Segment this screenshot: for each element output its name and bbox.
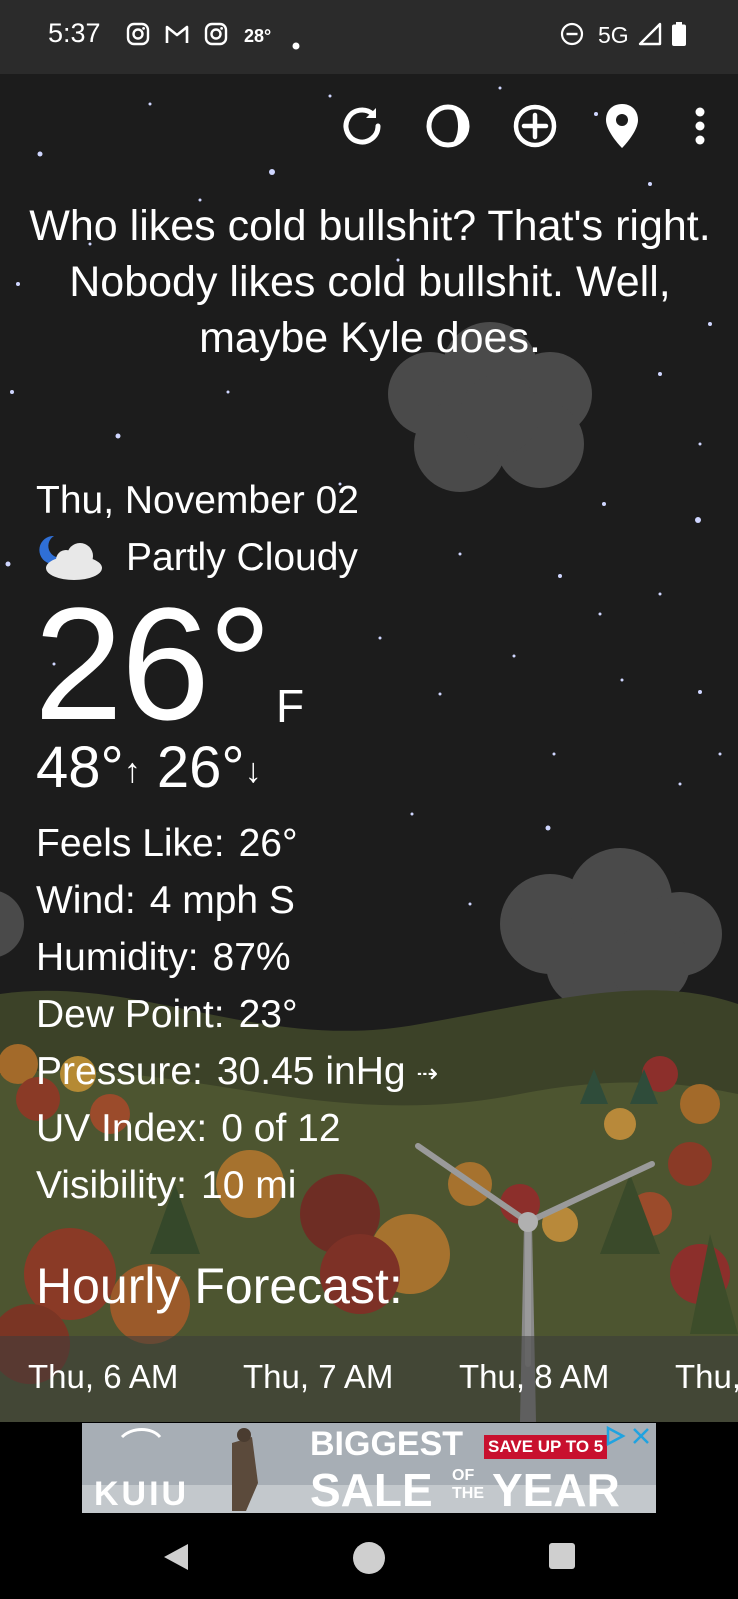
add-location-icon[interactable] <box>507 98 563 154</box>
pressure-row: Pressure: 30.45 inHg ⇢ <box>36 1050 438 1094</box>
location-pin-icon[interactable] <box>594 98 650 154</box>
humidity-row: Humidity: 87% <box>36 936 291 980</box>
refresh-icon[interactable] <box>334 98 390 154</box>
ad-choices-icon[interactable] <box>604 1425 626 1452</box>
ad-of: OF <box>452 1467 475 1484</box>
down-arrow-icon: ↓ <box>244 752 262 791</box>
visibility-row: Visibility: 10 mi <box>36 1164 296 1208</box>
detail-label: Feels Like: <box>36 822 225 865</box>
signal-icon <box>638 22 662 52</box>
hourly-forecast-strip[interactable]: Thu, 6 AM Thu, 7 AM Thu, 8 AM Thu, <box>0 1336 738 1422</box>
detail-value: 30.45 inHg <box>216 1050 406 1093</box>
hourly-item[interactable]: Thu, 8 AM <box>459 1358 609 1396</box>
detail-label: UV Index: <box>36 1107 208 1150</box>
dew-point-row: Dew Point: 23° <box>36 993 298 1037</box>
detail-value: 26° <box>238 822 298 865</box>
home-icon[interactable] <box>352 1541 386 1580</box>
status-time: 5:37 <box>48 18 101 48</box>
ad-close-icon[interactable] <box>630 1425 652 1452</box>
up-arrow-icon: ↑ <box>123 752 141 791</box>
ad-year: YEAR <box>492 1464 620 1513</box>
instagram-icon <box>126 22 150 52</box>
more-options-icon[interactable] <box>670 98 730 154</box>
hourly-forecast-title: Hourly Forecast: <box>36 1258 403 1314</box>
ad-badge: SAVE UP TO 5 <box>484 1435 608 1459</box>
detail-label: Dew Point: <box>36 993 225 1036</box>
temperature-unit: F <box>276 680 305 732</box>
weather-scene: Who likes cold bullshit? That's right. N… <box>0 74 738 1422</box>
detail-label: Pressure: <box>36 1050 203 1093</box>
instagram-icon <box>204 22 228 52</box>
detail-value: 4 mph S <box>149 879 295 922</box>
detail-value: 23° <box>238 993 298 1036</box>
uv-index-row: UV Index: 0 of 12 <box>36 1107 341 1151</box>
detail-value: 0 of 12 <box>221 1107 341 1150</box>
ad-headline-bottom: SALE <box>310 1464 433 1513</box>
detail-value: 87% <box>212 936 291 979</box>
wind-row: Wind: 4 mph S <box>36 879 295 923</box>
detail-label: Visibility: <box>36 1164 187 1207</box>
ad-the: THE <box>452 1485 484 1502</box>
dot-icon <box>292 30 300 56</box>
pressure-trend-icon: ⇢ <box>416 1058 439 1089</box>
ad-headline-top: BIGGEST <box>310 1425 464 1463</box>
hourly-item[interactable]: Thu, 7 AM <box>243 1358 393 1396</box>
back-icon[interactable] <box>160 1541 192 1578</box>
do-not-disturb-icon <box>560 22 584 52</box>
navigation-bar <box>0 1513 738 1599</box>
hourly-item[interactable]: Thu, <box>675 1358 738 1396</box>
theme-icon[interactable] <box>420 98 476 154</box>
network-type: 5G <box>598 22 629 48</box>
detail-label: Humidity: <box>36 936 199 979</box>
high-low: 48°↑ 26°↓ <box>36 734 262 801</box>
recents-icon[interactable] <box>548 1542 576 1575</box>
weather-quote: Who likes cold bullshit? That's right. N… <box>29 202 711 362</box>
temperature-badge: 28° <box>244 26 272 46</box>
hourly-item[interactable]: Thu, 6 AM <box>28 1358 178 1396</box>
high-temp: 48° <box>36 735 124 800</box>
feels-like-row: Feels Like: 26° <box>36 822 298 866</box>
low-temp: 26° <box>156 735 245 800</box>
current-date: Thu, November 02 <box>36 479 359 522</box>
detail-value: 10 mi <box>201 1164 297 1207</box>
ad-brand: KUIU <box>94 1475 190 1513</box>
gmail-icon <box>164 22 190 52</box>
ad-banner[interactable]: KUIU BIGGEST SAVE UP TO 5 SALE OF THE YE… <box>82 1423 656 1513</box>
battery-icon <box>672 22 686 52</box>
detail-label: Wind: <box>36 879 136 922</box>
status-bar: 5:37 28° 5G <box>0 0 738 74</box>
current-temperature: 26° <box>34 574 272 753</box>
